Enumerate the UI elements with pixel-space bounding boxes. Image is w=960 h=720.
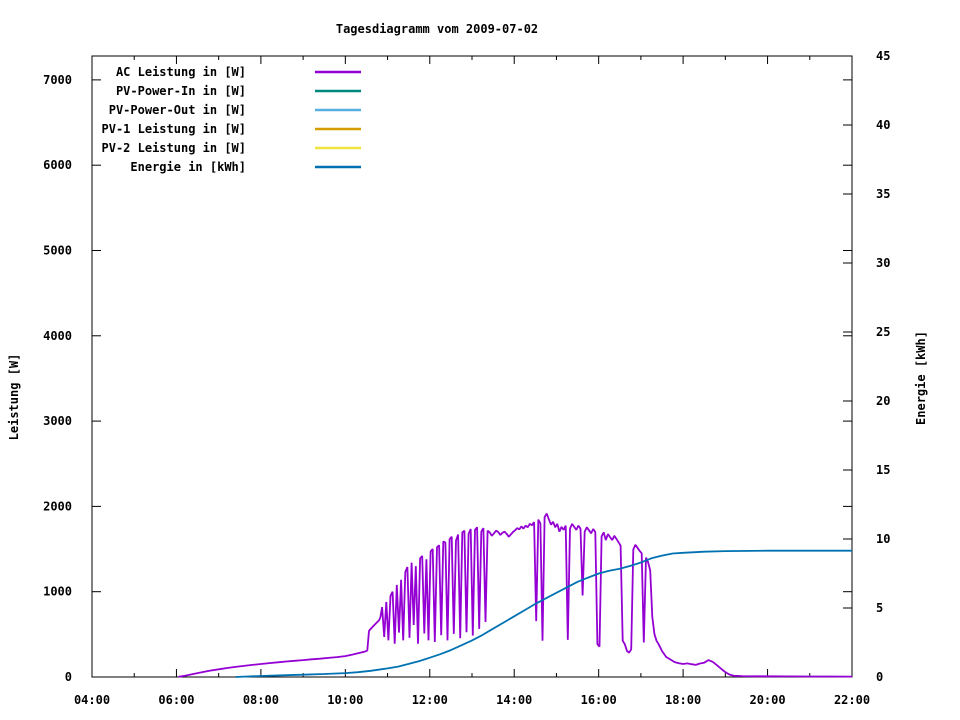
series-lines: [179, 514, 852, 677]
legend-item-pv-2-leistung-in-w: PV-2 Leistung in [W]: [102, 141, 362, 155]
plot-area: 04:00 06:00 08:00 10:00 12:00 14:00 16:00 18:00…: [0, 0, 960, 720]
y2-tick-label: 0: [876, 670, 883, 684]
legend-label: PV-2 Leistung in [W]: [102, 141, 247, 155]
y1-tick-label: 5000: [43, 243, 72, 257]
legend-item-ac-leistung-in-w: AC Leistung in [W]: [116, 65, 361, 79]
y2-tick-label: 5: [876, 601, 883, 615]
y1-tick-label: 4000: [43, 329, 72, 343]
x-tick-label: 12:00: [412, 693, 448, 707]
legend-item-pv-power-in-in-w: PV-Power-In in [W]: [116, 84, 361, 98]
legend-item-pv-1-leistung-in-w: PV-1 Leistung in [W]: [102, 122, 362, 136]
y1-tick-label: 0: [65, 670, 72, 684]
legend-item-pv-power-out-in-w: PV-Power-Out in [W]: [109, 103, 361, 117]
legend-label: PV-Power-In in [W]: [116, 84, 246, 98]
legend-label: Energie in [kWh]: [130, 160, 246, 174]
y1-tick-label: 3000: [43, 414, 72, 428]
x-tick-label: 22:00: [834, 693, 870, 707]
legend-item-energie-in-kwh: Energie in [kWh]: [130, 160, 361, 174]
x-tick-label: 14:00: [496, 693, 532, 707]
x-tick-label: 20:00: [749, 693, 785, 707]
y2-axis-ticks: 0 5 10 15 20 25 30 35 40 45: [843, 49, 890, 684]
y2-tick-label: 45: [876, 49, 890, 63]
legend-label: PV-Power-Out in [W]: [109, 103, 246, 117]
y2-tick-label: 25: [876, 325, 890, 339]
y2-tick-label: 40: [876, 118, 890, 132]
legend-label: PV-1 Leistung in [W]: [102, 122, 247, 136]
y1-tick-label: 2000: [43, 499, 72, 513]
x-tick-label: 04:00: [74, 693, 110, 707]
y2-tick-label: 20: [876, 394, 890, 408]
x-tick-label: 18:00: [665, 693, 701, 707]
legend: AC Leistung in [W] PV-Power-In in [W] PV-P…: [102, 65, 362, 174]
y2-tick-label: 30: [876, 256, 890, 270]
x-tick-label: 10:00: [327, 693, 363, 707]
y1-tick-label: 1000: [43, 585, 72, 599]
y2-tick-label: 15: [876, 463, 890, 477]
legend-label: AC Leistung in [W]: [116, 65, 246, 79]
x-tick-label: 16:00: [581, 693, 617, 707]
y2-tick-label: 35: [876, 187, 890, 201]
chart-container: Tagesdiagramm vom 2009-07-02 Leistung [W…: [0, 0, 960, 720]
x-tick-label: 06:00: [158, 693, 194, 707]
x-tick-label: 08:00: [243, 693, 279, 707]
y1-tick-label: 6000: [43, 158, 72, 172]
series-ac-leistung-in-w: [179, 514, 852, 677]
y2-tick-label: 10: [876, 532, 890, 546]
y1-tick-label: 7000: [43, 73, 72, 87]
